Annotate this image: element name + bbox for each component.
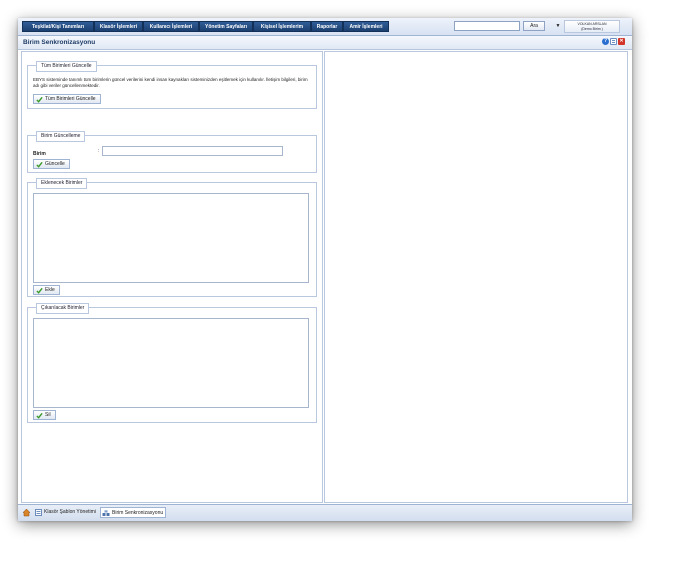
- tab-birim-senkronizasyonu[interactable]: Birim Senkronizasyonu: [100, 507, 166, 518]
- menu-kullanici-islemleri[interactable]: Kullanıcı İşlemleri: [143, 21, 199, 32]
- legend-unit-update: Birim Güncelleme: [36, 131, 86, 142]
- check-icon: [36, 287, 43, 294]
- add-units-label: Ekle: [45, 287, 55, 293]
- top-menu-bar: Teşkilat/Kişi Tanımları Klasör İşlemleri…: [18, 18, 632, 36]
- add-units-button[interactable]: Ekle: [33, 285, 60, 295]
- menu-raporlar[interactable]: Raporlar: [311, 21, 343, 32]
- check-icon: [36, 161, 43, 168]
- sync-units-icon: [102, 510, 110, 516]
- fieldset-units-to-remove: Çıkarılacak Birimler Sil: [27, 303, 317, 423]
- delete-units-label: Sil: [45, 412, 51, 418]
- legend-all-units: Tüm Birimleri Güncelle: [36, 61, 97, 72]
- update-all-units-label: Tüm Birimleri Güncelle: [45, 96, 96, 102]
- fieldset-units-to-add: Eklenecek Birimler Ekle: [27, 178, 317, 297]
- left-panel: Tüm Birimleri Güncelle EBYS sisteminde t…: [21, 51, 323, 503]
- page-title-bar: Birim Senkronizasyonu ? ✕: [18, 36, 632, 50]
- home-icon-glyph: [22, 508, 31, 517]
- right-panel: [324, 51, 628, 503]
- user-unit: (Demo Birim ): [581, 26, 603, 31]
- menu-klasor-islemleri[interactable]: Klasör İşlemleri: [94, 21, 143, 32]
- close-icon[interactable]: ✕: [618, 38, 625, 45]
- menu-yonetim-sayfalari[interactable]: Yönetim Sayfaları: [199, 21, 253, 32]
- menu-amir-islemleri[interactable]: Amir İşlemleri: [343, 21, 389, 32]
- check-icon: [36, 96, 43, 103]
- unit-field-label: Birim: [33, 151, 46, 157]
- menu-teskilat-kisi-tanimlari[interactable]: Teşkilat/Kişi Tanımları: [22, 21, 94, 32]
- tab-klasor-sablon-yonetimi-label: Klasör Şablon Yönetimi: [44, 509, 96, 515]
- export-icon[interactable]: [610, 38, 617, 45]
- user-dropdown-icon[interactable]: ▼: [554, 21, 562, 31]
- unit-input[interactable]: [102, 146, 283, 156]
- home-icon[interactable]: [22, 507, 32, 518]
- search-input[interactable]: [454, 21, 520, 31]
- folder-template-icon: [35, 509, 42, 516]
- help-icon[interactable]: ?: [602, 38, 609, 45]
- tab-klasor-sablon-yonetimi[interactable]: Klasör Şablon Yönetimi: [34, 507, 98, 518]
- units-to-add-list[interactable]: [33, 193, 309, 283]
- check-icon: [36, 412, 43, 419]
- menu-kisisel-islemlerim[interactable]: Kişisel İşlemlerim: [253, 21, 311, 32]
- fieldset-unit-update: Birim Güncelleme Birim : Güncelle: [27, 131, 317, 173]
- bottom-tab-bar: Klasör Şablon Yönetimi Birim Senkronizas…: [18, 504, 632, 521]
- page-title: Birim Senkronizasyonu: [23, 39, 96, 46]
- units-to-remove-list[interactable]: [33, 318, 309, 408]
- update-unit-button[interactable]: Güncelle: [33, 159, 70, 169]
- application-window: Teşkilat/Kişi Tanımları Klasör İşlemleri…: [18, 18, 632, 521]
- fieldset-all-units: Tüm Birimleri Güncelle EBYS sisteminde t…: [27, 61, 317, 109]
- legend-units-to-remove: Çıkarılacak Birimler: [36, 303, 90, 314]
- legend-units-to-add: Eklenecek Birimler: [36, 178, 88, 189]
- update-all-units-button[interactable]: Tüm Birimleri Güncelle: [33, 94, 101, 104]
- update-unit-label: Güncelle: [45, 161, 65, 167]
- unit-field-colon: :: [98, 148, 100, 154]
- export-icon-glyph: [611, 39, 616, 44]
- all-units-description: EBYS sisteminde tanımlı tüm birimlerin g…: [33, 77, 308, 88]
- tab-birim-senkronizasyonu-label: Birim Senkronizasyonu: [112, 510, 164, 516]
- search-button[interactable]: Ara: [523, 21, 545, 31]
- delete-units-button[interactable]: Sil: [33, 410, 56, 420]
- user-info[interactable]: VOLKAN ARSLAN (Demo Birim ): [564, 20, 620, 33]
